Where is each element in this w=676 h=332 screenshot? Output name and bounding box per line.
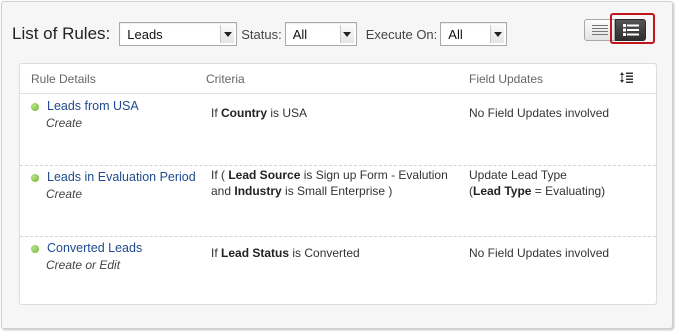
table-row: Leads in Evaluation Period Create If ( L… bbox=[20, 166, 656, 237]
rule-trigger: Create bbox=[46, 187, 83, 201]
column-header-field-updates: Field Updates bbox=[469, 71, 544, 86]
status-label: Status: bbox=[241, 26, 282, 42]
detail-view-icon bbox=[622, 24, 639, 36]
table-row: Leads from USA Create If Country is USA … bbox=[20, 95, 656, 166]
module-select[interactable]: Leads bbox=[119, 22, 238, 46]
rule-criteria: If Country is USA bbox=[211, 105, 451, 121]
column-header-rule-details: Rule Details bbox=[31, 71, 96, 86]
chevron-down-icon bbox=[339, 25, 354, 43]
rule-criteria: If Lead Status is Converted bbox=[211, 245, 451, 261]
rules-toolbar: List of Rules: Leads Status: All Execute… bbox=[12, 20, 664, 48]
chevron-down-icon bbox=[490, 25, 505, 43]
criteria-field: Lead Status bbox=[221, 246, 290, 260]
rule-field-updates: Update Lead Type (Lead Type = Evaluating… bbox=[469, 167, 605, 199]
execute-on-select-value: All bbox=[448, 26, 463, 42]
page-title: List of Rules: bbox=[12, 24, 111, 43]
criteria-field: Country bbox=[221, 106, 268, 120]
view-toggle bbox=[584, 19, 646, 41]
rule-criteria: If ( Lead Source is Sign up Form - Evalu… bbox=[211, 167, 451, 199]
rules-table: Rule Details Criteria Field Updates Lead… bbox=[19, 63, 657, 305]
sort-order-icon[interactable] bbox=[620, 72, 633, 83]
rule-trigger: Create or Edit bbox=[46, 258, 121, 272]
list-view-icon bbox=[591, 25, 608, 35]
update-text: = Evaluating) bbox=[531, 184, 606, 198]
criteria-text: If ( bbox=[211, 168, 229, 182]
criteria-text: is Small Enterprise ) bbox=[281, 184, 393, 198]
criteria-text: If bbox=[211, 106, 222, 120]
table-row: Converted Leads Create or Edit If Lead S… bbox=[20, 237, 656, 304]
criteria-field: Lead Source bbox=[228, 168, 301, 182]
criteria-text: is USA bbox=[267, 106, 308, 120]
status-select-value: All bbox=[292, 26, 308, 42]
active-status-dot-icon bbox=[31, 245, 39, 253]
criteria-field: Industry bbox=[234, 184, 282, 198]
chevron-down-icon bbox=[220, 25, 235, 43]
status-select[interactable]: All bbox=[284, 22, 357, 46]
rule-field-updates: No Field Updates involved bbox=[469, 246, 610, 260]
execute-on-label: Execute On: bbox=[365, 26, 438, 42]
active-status-dot-icon bbox=[31, 103, 39, 111]
table-header: Rule Details Criteria Field Updates bbox=[20, 64, 656, 94]
execute-on-select[interactable]: All bbox=[440, 22, 508, 46]
update-action: Update Lead Type bbox=[469, 168, 567, 182]
update-field: Lead Type bbox=[473, 184, 532, 198]
criteria-text: If bbox=[211, 246, 222, 260]
module-select-value: Leads bbox=[127, 26, 163, 42]
rule-name-link[interactable]: Leads in Evaluation Period bbox=[47, 170, 196, 184]
list-view-button[interactable] bbox=[584, 19, 615, 41]
column-header-criteria: Criteria bbox=[206, 71, 245, 86]
detail-view-button[interactable] bbox=[615, 19, 646, 41]
criteria-text: is Converted bbox=[289, 246, 360, 260]
rule-trigger: Create bbox=[46, 116, 83, 130]
rule-field-updates: No Field Updates involved bbox=[469, 106, 610, 120]
criteria-text: and bbox=[211, 184, 235, 198]
rule-name-link[interactable]: Leads from USA bbox=[47, 99, 139, 113]
rule-name-link[interactable]: Converted Leads bbox=[47, 241, 142, 255]
active-status-dot-icon bbox=[31, 174, 39, 182]
criteria-text: is Sign up Form - Evalution bbox=[300, 168, 448, 182]
